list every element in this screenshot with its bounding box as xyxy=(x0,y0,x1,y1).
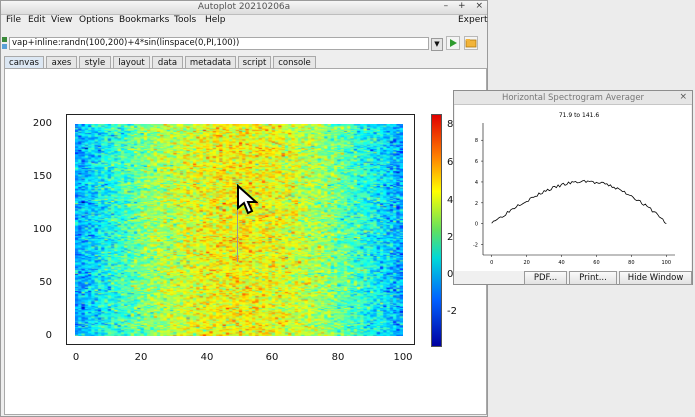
x-tick-label: 40 xyxy=(558,260,564,266)
tab-metadata[interactable]: metadata xyxy=(185,56,236,68)
x-tick-label: 0 xyxy=(72,352,80,363)
x-tick-label: 20 xyxy=(134,352,148,363)
open-file-button[interactable] xyxy=(464,36,478,50)
dialog-title: Horizontal Spectrogram Averager xyxy=(501,93,645,103)
y-tick-label: 0 xyxy=(45,330,52,341)
dialog-title-bar[interactable]: Horizontal Spectrogram Averager × xyxy=(454,91,692,105)
average-line-plot: 71.9 to 141.686420-20 20 40 60 80 100 xyxy=(473,112,675,266)
uri-input[interactable]: vap+inline:randn(100,200)+4*sin(linspace… xyxy=(9,37,429,50)
x-tick-label: 20 xyxy=(523,260,529,266)
y-tick-label: 2 xyxy=(475,201,478,207)
x-tick-label: 60 xyxy=(265,352,279,363)
y-tick-label: 200 xyxy=(32,118,52,129)
y-tick-label: 100 xyxy=(32,224,52,235)
y-tick-label: 4 xyxy=(475,180,478,186)
tab-console[interactable]: console xyxy=(273,56,316,68)
y-tick-label: 150 xyxy=(32,171,52,182)
tab-data[interactable]: data xyxy=(152,56,183,68)
menu-help[interactable]: Help xyxy=(205,15,226,25)
menu-bar: File Edit View Options Bookmarks Tools H… xyxy=(1,14,488,28)
menu-bookmarks[interactable]: Bookmarks xyxy=(119,15,169,25)
uri-dropdown-button[interactable]: ▼ xyxy=(431,38,443,51)
window-title: Autoplot 20210206a xyxy=(197,2,291,12)
spectrogram-heatmap xyxy=(75,124,403,336)
play-icon xyxy=(450,39,457,47)
close-icon[interactable]: × xyxy=(679,92,687,102)
title-bar[interactable]: Autoplot 20210206a – + × xyxy=(1,1,487,15)
plot-title: 71.9 to 141.6 xyxy=(559,112,600,119)
averager-plot-area: 71.9 to 141.6 8 6 4 2 0 -2 0 20 40 60 80 100 xyxy=(455,105,691,271)
tab-canvas[interactable]: canvas xyxy=(4,56,44,68)
x-tick-label: 80 xyxy=(628,260,634,266)
average-series-line xyxy=(491,179,667,225)
y-tick-label: 0 xyxy=(475,222,478,228)
plot-go-button[interactable] xyxy=(446,36,460,50)
tab-style[interactable]: style xyxy=(79,56,111,68)
chevron-down-icon: ▼ xyxy=(434,40,440,48)
y-tick-label: -2 xyxy=(473,243,478,249)
print-button[interactable]: Print... xyxy=(569,271,617,285)
menu-expert[interactable]: Expert xyxy=(458,15,488,25)
minimize-button[interactable]: – xyxy=(444,1,449,11)
mouse-pointer-icon xyxy=(237,184,258,215)
spectrogram-plot[interactable] xyxy=(66,114,415,345)
spectrogram-averager-dialog: Horizontal Spectrogram Averager × 71.9 t… xyxy=(453,90,693,285)
maximize-button[interactable]: + xyxy=(458,1,466,11)
close-button[interactable]: × xyxy=(475,1,483,11)
menu-edit[interactable]: Edit xyxy=(28,15,45,25)
folder-icon xyxy=(465,39,477,48)
y-tick-label: 8 xyxy=(475,138,478,144)
x-tick-label: 100 xyxy=(661,260,671,266)
y-tick-label: 50 xyxy=(39,277,52,288)
menu-view[interactable]: View xyxy=(51,15,72,25)
tab-axes[interactable]: axes xyxy=(46,56,77,68)
x-tick-label: 100 xyxy=(393,352,413,363)
menu-file[interactable]: File xyxy=(6,15,21,25)
pdf-button[interactable]: PDF... xyxy=(524,271,567,285)
menu-tools[interactable]: Tools xyxy=(174,15,196,25)
tab-layout[interactable]: layout xyxy=(113,56,150,68)
y-tick-label: 6 xyxy=(475,159,478,165)
data-source-icon xyxy=(2,37,7,49)
tab-script[interactable]: script xyxy=(238,56,271,68)
x-tick-label: 40 xyxy=(200,352,214,363)
colorbar xyxy=(431,114,442,347)
hide-window-button[interactable]: Hide Window xyxy=(619,271,692,285)
colorbar-tick-label: -2 xyxy=(447,306,457,317)
x-tick-label: 60 xyxy=(593,260,599,266)
x-tick-label: 0 xyxy=(490,260,493,266)
menu-options[interactable]: Options xyxy=(79,15,114,25)
x-tick-label: 80 xyxy=(331,352,345,363)
